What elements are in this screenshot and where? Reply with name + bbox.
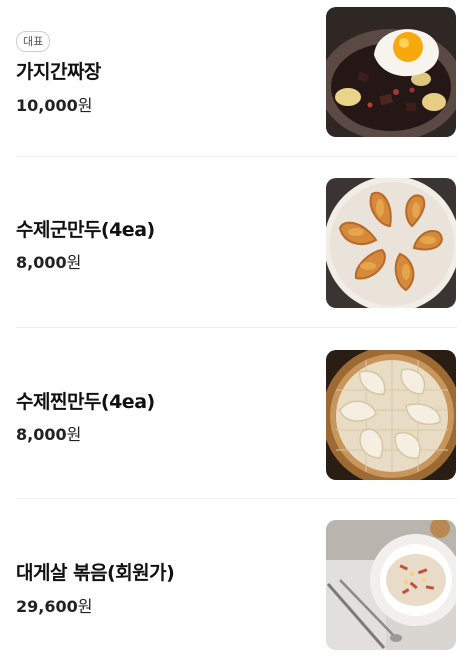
price-amount: 8,000 bbox=[16, 425, 67, 444]
menu-item-price: 8,000원 bbox=[16, 421, 81, 445]
menu-item-gaji-ganjjajang[interactable]: 대표 가지간짜장 10,000원 bbox=[0, 0, 467, 157]
jajang-with-egg-image bbox=[326, 7, 456, 137]
price-amount: 8,000 bbox=[16, 253, 67, 272]
price-amount: 29,600 bbox=[16, 597, 78, 616]
steamed-dumplings-image bbox=[326, 350, 456, 480]
menu-item-name: 가지간짜장 bbox=[16, 61, 101, 83]
fried-dumplings-photo[interactable] bbox=[326, 178, 456, 308]
price-currency: 원 bbox=[77, 96, 93, 115]
menu-item-sujegunmandu[interactable]: 수제군만두(4ea) 8,000원 bbox=[0, 157, 467, 328]
menu-item-info: 대표 가지간짜장 10,000원 bbox=[16, 0, 306, 157]
menu-item-daegesal-bokkeum[interactable]: 대게살 볶음(회원가) 29,600원 bbox=[0, 499, 467, 670]
signature-badge: 대표 bbox=[16, 31, 51, 52]
jajang-with-egg-photo[interactable] bbox=[326, 7, 456, 137]
price-currency: 원 bbox=[66, 425, 82, 444]
price-currency: 원 bbox=[66, 253, 82, 272]
menu-item-price: 8,000원 bbox=[16, 249, 81, 273]
price-amount: 10,000 bbox=[16, 96, 78, 115]
menu-item-price: 29,600원 bbox=[16, 593, 92, 617]
menu-item-name: 수제군만두(4ea) bbox=[16, 219, 155, 241]
crab-stir-fry-photo[interactable] bbox=[326, 520, 456, 650]
price-currency: 원 bbox=[77, 597, 93, 616]
menu-item-info: 수제찐만두(4ea) 8,000원 bbox=[16, 328, 306, 499]
menu-item-info: 대게살 볶음(회원가) 29,600원 bbox=[16, 499, 306, 670]
menu-item-sujejjinmandu[interactable]: 수제찐만두(4ea) 8,000원 bbox=[0, 328, 467, 499]
menu-item-info: 수제군만두(4ea) 8,000원 bbox=[16, 157, 306, 328]
steamed-dumplings-photo[interactable] bbox=[326, 350, 456, 480]
menu-item-price: 10,000원 bbox=[16, 92, 92, 116]
fried-dumplings-image bbox=[326, 178, 456, 308]
menu-list: 대표 가지간짜장 10,000원 수제군만두(4ea) 8,000원 수제찐만두… bbox=[0, 0, 467, 671]
crab-stir-fry-image bbox=[326, 520, 456, 650]
menu-item-name: 수제찐만두(4ea) bbox=[16, 391, 155, 413]
menu-item-name: 대게살 볶음(회원가) bbox=[16, 562, 175, 584]
